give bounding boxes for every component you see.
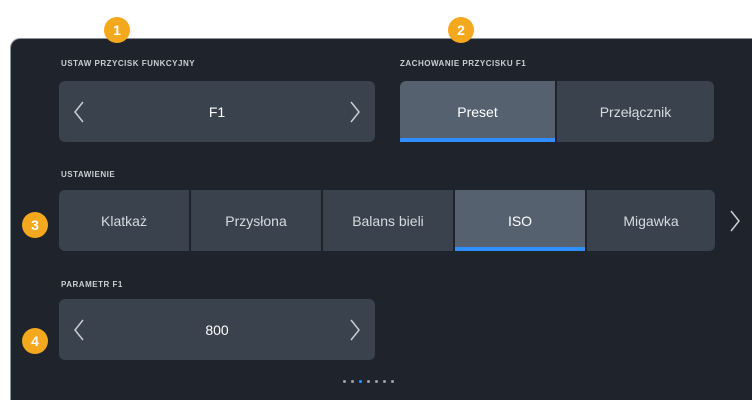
parameter-value: 800: [205, 321, 229, 338]
setting-option-shutter[interactable]: Migawka: [587, 190, 715, 251]
function-button-value: F1: [208, 103, 226, 120]
callout-badge-4: 4: [22, 328, 48, 354]
callout-badge-3: 3: [22, 212, 48, 238]
function-button-next-button[interactable]: [335, 81, 375, 142]
page-dot-active[interactable]: [359, 380, 362, 383]
camera-settings-panel: USTAW PRZYCISK FUNKCYJNY F1 ZACHOWANIE P…: [10, 38, 752, 400]
behavior-option-toggle[interactable]: Przełącznik: [557, 81, 714, 142]
parameter-next-button[interactable]: [335, 299, 375, 360]
page-dot[interactable]: [375, 380, 378, 383]
chevron-left-icon: [74, 319, 84, 340]
page-dot[interactable]: [391, 380, 394, 383]
page-dot[interactable]: [343, 380, 346, 383]
parameter-stepper: 800: [59, 299, 375, 360]
chevron-right-icon: [350, 101, 360, 122]
chevron-left-icon: [74, 101, 84, 122]
setting-option-iso[interactable]: ISO: [455, 190, 585, 251]
setting-heading: USTAWIENIE: [61, 170, 116, 179]
setting-option-white-balance[interactable]: Balans bieli: [323, 190, 453, 251]
function-button-stepper: F1: [59, 81, 375, 142]
page-dot[interactable]: [383, 380, 386, 383]
chevron-right-icon: [730, 210, 740, 231]
setting-option-frame-rate[interactable]: Klatkaż: [59, 190, 189, 251]
callout-badge-1: 1: [104, 17, 130, 43]
page-indicator: [343, 380, 394, 383]
setting-option-iris[interactable]: Przysłona: [191, 190, 321, 251]
parameter-heading: PARAMETR F1: [61, 280, 123, 289]
chevron-right-icon: [350, 319, 360, 340]
setting-next-button[interactable]: [723, 190, 747, 251]
behavior-option-preset[interactable]: Preset: [400, 81, 555, 142]
callout-badge-2: 2: [448, 17, 474, 43]
page-dot[interactable]: [351, 380, 354, 383]
parameter-prev-button[interactable]: [59, 299, 99, 360]
page-dot[interactable]: [367, 380, 370, 383]
function-button-prev-button[interactable]: [59, 81, 99, 142]
function-button-heading: USTAW PRZYCISK FUNKCYJNY: [61, 59, 196, 68]
button-behavior-heading: ZACHOWANIE PRZYCISKU F1: [400, 59, 527, 68]
